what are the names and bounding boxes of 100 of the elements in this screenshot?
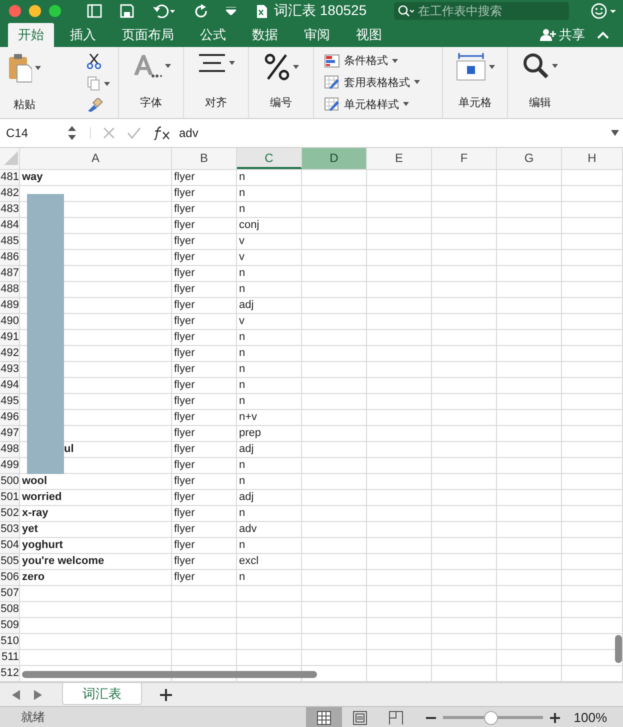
row-number[interactable]: 491 xyxy=(0,330,20,345)
status-text: 就绪 xyxy=(21,709,45,726)
sheet-tab[interactable]: 词汇表 xyxy=(62,682,142,704)
next-sheet-icon[interactable] xyxy=(34,690,42,700)
ribbon-tab[interactable]: 开始 xyxy=(8,23,54,47)
cut-icon[interactable] xyxy=(87,53,101,69)
column-header[interactable]: G xyxy=(497,148,562,169)
row-number[interactable]: 494 xyxy=(0,378,20,393)
row-number[interactable]: 499 xyxy=(0,458,20,473)
function-icon[interactable] xyxy=(153,126,171,140)
column-header[interactable]: C xyxy=(237,148,302,169)
row-number[interactable]: 502 xyxy=(0,506,20,521)
add-sheet-icon[interactable] xyxy=(160,688,172,700)
view-button[interactable] xyxy=(306,707,342,727)
table-cell: flyer xyxy=(172,186,237,201)
previous-sheet-icon[interactable] xyxy=(12,690,20,700)
row-number[interactable]: 490 xyxy=(0,314,20,329)
row-number[interactable]: 496 xyxy=(0,410,20,425)
vertical-scrollbar[interactable] xyxy=(615,635,622,663)
row-number[interactable]: 500 xyxy=(0,474,20,489)
share-button[interactable]: 共享 xyxy=(540,23,585,47)
ribbon-tab[interactable]: 视图 xyxy=(346,23,392,47)
row-number[interactable]: 511 xyxy=(0,650,20,665)
row-number[interactable]: 486 xyxy=(0,250,20,265)
ribbon-tab[interactable]: 数据 xyxy=(242,23,288,47)
table-cell: v xyxy=(237,314,302,329)
row-number[interactable]: 504 xyxy=(0,538,20,553)
dropdown-caret-icon[interactable] xyxy=(488,65,494,69)
row-number[interactable]: 508 xyxy=(0,602,20,617)
table-cell: n xyxy=(237,186,302,201)
redo-icon[interactable] xyxy=(194,4,208,18)
name-box[interactable]: C14 xyxy=(0,126,68,140)
dropdown-caret-icon[interactable] xyxy=(292,65,298,69)
undo-icon[interactable] xyxy=(152,4,176,18)
column-header[interactable]: E xyxy=(367,148,432,169)
dropdown-caret-icon[interactable] xyxy=(164,64,170,68)
percent-icon[interactable] xyxy=(264,53,290,81)
style-menu-button[interactable]: 套用表格格式 xyxy=(324,72,420,92)
row-number[interactable]: 484 xyxy=(0,218,20,233)
search-field[interactable]: 在工作表中搜索 xyxy=(394,2,569,20)
row-number[interactable]: 506 xyxy=(0,570,20,585)
format-painter-icon[interactable] xyxy=(87,98,103,112)
dropdown-caret-icon[interactable] xyxy=(414,80,420,84)
row-number[interactable]: 481 xyxy=(0,170,20,185)
stepper-icon[interactable] xyxy=(68,126,76,140)
expand-caret-icon[interactable] xyxy=(611,130,619,136)
column-header[interactable]: A xyxy=(20,148,172,169)
sidebar-icon[interactable] xyxy=(87,4,102,18)
ribbon-tab[interactable]: 公式 xyxy=(190,23,236,47)
smiley-icon[interactable] xyxy=(591,3,617,19)
row-number[interactable]: 482 xyxy=(0,186,20,201)
style-menu-button[interactable]: 单元格样式 xyxy=(324,94,409,114)
dropdown-caret-icon[interactable] xyxy=(403,102,409,106)
row-number[interactable]: 483 xyxy=(0,202,20,217)
row-number[interactable]: 503 xyxy=(0,522,20,537)
row-number[interactable]: 488 xyxy=(0,282,20,297)
row-number[interactable]: 493 xyxy=(0,362,20,377)
column-header[interactable]: F xyxy=(432,148,497,169)
row-number[interactable]: 509 xyxy=(0,618,20,633)
minimize-button[interactable] xyxy=(29,5,41,17)
customize-icon[interactable] xyxy=(226,7,236,15)
cells-icon[interactable] xyxy=(456,53,486,81)
dropdown-caret-icon[interactable] xyxy=(35,66,41,70)
row-number[interactable]: 495 xyxy=(0,394,20,409)
align-icon[interactable] xyxy=(198,53,226,73)
ribbon-tab[interactable]: 插入 xyxy=(60,23,106,47)
horizontal-scrollbar[interactable] xyxy=(22,671,317,678)
style-menu-button[interactable]: 条件格式 xyxy=(324,50,398,71)
row-number[interactable]: 492 xyxy=(0,346,20,361)
ribbon-tab[interactable]: 页面布局 xyxy=(112,23,184,47)
dropdown-caret-icon[interactable] xyxy=(392,58,398,63)
dropdown-caret-icon[interactable] xyxy=(228,61,234,65)
font-icon[interactable] xyxy=(132,53,162,79)
row-number[interactable]: 510 xyxy=(0,634,20,649)
dropdown-caret-icon[interactable] xyxy=(104,82,110,86)
row-number[interactable]: 505 xyxy=(0,554,20,569)
paste-icon[interactable] xyxy=(8,53,32,83)
row-number[interactable]: 512 xyxy=(0,666,20,681)
check-icon[interactable] xyxy=(127,127,141,139)
zoom-in-icon[interactable] xyxy=(550,712,560,722)
row-number[interactable]: 489 xyxy=(0,298,20,313)
column-header[interactable]: H xyxy=(562,148,623,169)
ribbon-tab[interactable]: 审阅 xyxy=(294,23,340,47)
save-icon[interactable] xyxy=(120,4,134,18)
zoom-percentage[interactable]: 100% xyxy=(574,710,607,725)
row-number[interactable]: 487 xyxy=(0,266,20,281)
font-label: 字体 xyxy=(140,96,162,110)
row-number[interactable]: 497 xyxy=(0,426,20,441)
column-header[interactable]: D xyxy=(302,148,367,169)
search-icon[interactable] xyxy=(522,53,548,79)
formula-field[interactable]: adv xyxy=(179,126,198,140)
table-cell: n xyxy=(237,538,302,553)
dropdown-caret-icon[interactable] xyxy=(552,64,558,68)
row-number[interactable]: 498 xyxy=(0,442,20,457)
row-number[interactable]: 485 xyxy=(0,234,20,249)
table-cell: flyer xyxy=(172,298,237,313)
row-number[interactable]: 507 xyxy=(0,586,20,601)
row-number[interactable]: 501 xyxy=(0,490,20,505)
zoom-button[interactable] xyxy=(49,5,61,17)
collapse-icon[interactable] xyxy=(597,31,609,39)
